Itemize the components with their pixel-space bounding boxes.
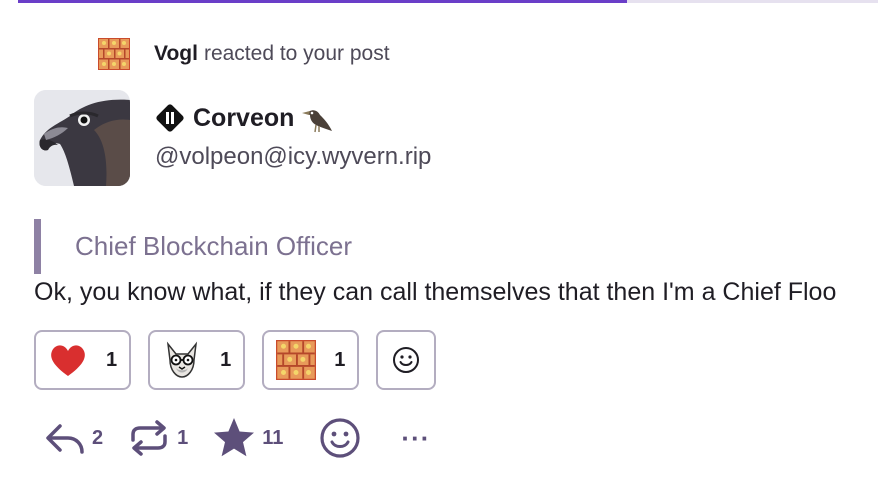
fox-nerd-emoji-icon — [162, 340, 202, 380]
star-icon — [214, 418, 255, 457]
brick-wall-emoji-icon — [276, 340, 317, 380]
add-reaction-button[interactable] — [376, 330, 437, 390]
smiley-icon — [393, 347, 420, 373]
notification-action: reacted to your post — [203, 42, 390, 65]
favourite-button[interactable]: 11 — [212, 416, 283, 460]
author-display-name[interactable]: Corveon — [193, 104, 294, 133]
boost-count: 1 — [177, 426, 189, 449]
reaction-count: 1 — [334, 348, 346, 371]
boost-icon — [131, 420, 167, 456]
reaction-brick-wall[interactable]: 1 — [262, 330, 360, 390]
reply-icon — [46, 424, 84, 454]
reactor-name[interactable]: Vogl — [154, 42, 198, 65]
author-handle[interactable]: @volpeon@icy.wyvern.rip — [155, 143, 431, 171]
post-body: Ok, you know what, if they can call them… — [34, 278, 837, 306]
reaction-fox-nerd[interactable]: 1 — [148, 330, 246, 390]
react-button[interactable] — [319, 417, 361, 459]
favourite-count: 11 — [262, 426, 284, 449]
reaction-count: 1 — [106, 348, 118, 371]
post-actions: 2 1 11 ··· — [44, 412, 454, 464]
notification-header: Vogl reacted to your post — [98, 38, 390, 70]
notification-text: Vogl reacted to your post — [154, 42, 390, 66]
progress-fill — [18, 0, 627, 3]
emoji-react-icon — [320, 418, 361, 458]
boost-button[interactable]: 1 — [127, 418, 188, 458]
reaction-count: 1 — [220, 348, 232, 371]
raven-emoji-icon — [302, 110, 333, 133]
reactor-avatar[interactable] — [98, 38, 130, 70]
more-icon: ··· — [401, 422, 431, 453]
quote-text: Chief Blockchain Officer — [75, 231, 352, 261]
more-button[interactable]: ··· — [401, 423, 430, 454]
author-name-row: Corveon — [155, 100, 334, 136]
progress-bar — [18, 0, 878, 3]
heart-emoji-icon — [48, 340, 88, 380]
diamond-badge-icon — [156, 104, 184, 132]
post-quote: Chief Blockchain Officer — [34, 219, 352, 274]
reply-button[interactable]: 2 — [44, 418, 103, 458]
reactions-bar: 1 1 1 — [34, 330, 437, 390]
reply-count: 2 — [92, 426, 104, 449]
reaction-heart[interactable]: 1 — [34, 330, 132, 390]
author-avatar[interactable] — [34, 90, 130, 186]
